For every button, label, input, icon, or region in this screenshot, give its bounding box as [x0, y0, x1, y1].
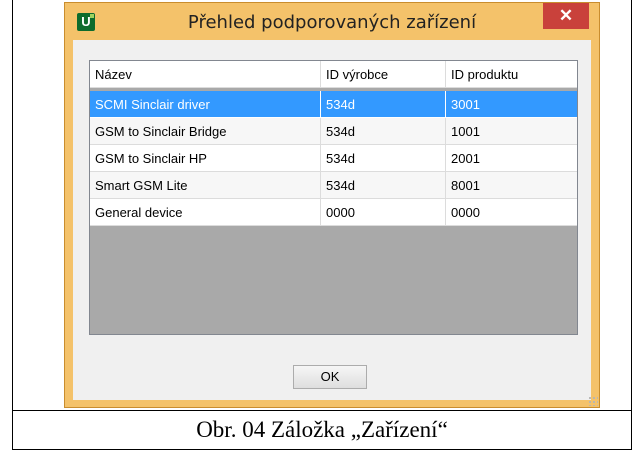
cell-product-id: 0000: [446, 199, 577, 226]
close-button[interactable]: ✕: [543, 3, 589, 29]
list-header: Název ID výrobce ID produktu: [90, 61, 577, 88]
cell-vendor-id: 534d: [321, 91, 446, 118]
column-header-product-id[interactable]: ID produktu: [446, 61, 577, 88]
cell-name: SCMI Sinclair driver: [90, 91, 321, 118]
cell-vendor-id: 534d: [321, 118, 446, 145]
title-bar[interactable]: U Přehled podporovaných zařízení ✕: [65, 3, 599, 39]
cell-vendor-id: 534d: [321, 172, 446, 199]
cell-product-id: 2001: [446, 145, 577, 172]
table-row[interactable]: General device 0000 0000: [90, 199, 577, 226]
column-header-vendor-id[interactable]: ID výrobce: [321, 61, 446, 88]
ok-button[interactable]: OK: [293, 365, 367, 389]
table-row[interactable]: GSM to Sinclair HP 534d 2001: [90, 145, 577, 172]
device-list[interactable]: Název ID výrobce ID produktu SCMI Sincla…: [89, 60, 578, 335]
cell-name: GSM to Sinclair HP: [90, 145, 321, 172]
cell-name: GSM to Sinclair Bridge: [90, 118, 321, 145]
cell-vendor-id: 0000: [321, 199, 446, 226]
cell-vendor-id: 534d: [321, 145, 446, 172]
column-header-name[interactable]: Název: [90, 61, 321, 88]
resize-grip-icon[interactable]: [588, 396, 598, 406]
cell-product-id: 1001: [446, 118, 577, 145]
table-row[interactable]: SCMI Sinclair driver 534d 3001: [90, 91, 577, 118]
dialog-client-area: Název ID výrobce ID produktu SCMI Sincla…: [73, 40, 591, 400]
cell-name: General device: [90, 199, 321, 226]
table-row[interactable]: Smart GSM Lite 534d 8001: [90, 172, 577, 199]
cell-product-id: 8001: [446, 172, 577, 199]
cell-name: Smart GSM Lite: [90, 172, 321, 199]
figure-caption: Obr. 04 Záložka „Zařízení“: [196, 417, 448, 442]
dialog-window: U Přehled podporovaných zařízení ✕ Název…: [64, 2, 600, 408]
cell-product-id: 3001: [446, 91, 577, 118]
window-title: Přehled podporovaných zařízení: [187, 12, 477, 33]
table-row[interactable]: GSM to Sinclair Bridge 534d 1001: [90, 118, 577, 145]
